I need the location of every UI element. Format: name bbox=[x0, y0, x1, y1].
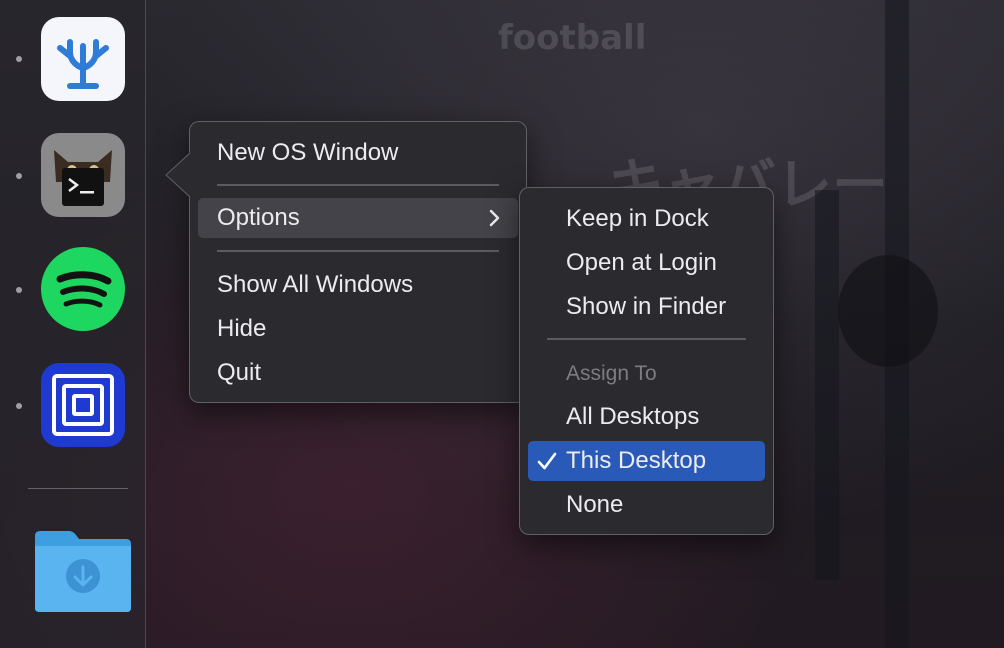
submenu-item-this-desktop-label: This Desktop bbox=[566, 447, 707, 474]
menu-item-quit[interactable]: Quit bbox=[198, 353, 518, 393]
submenu-item-this-desktop[interactable]: This Desktop bbox=[528, 441, 765, 481]
menu-item-show-all-windows[interactable]: Show All Windows bbox=[198, 265, 518, 305]
menu-separator bbox=[547, 338, 746, 340]
chevron-right-icon bbox=[489, 209, 500, 227]
menu-separator bbox=[217, 184, 499, 186]
menu-item-options[interactable]: Options bbox=[198, 198, 518, 238]
running-indicator bbox=[16, 287, 22, 293]
downloads-folder-icon[interactable] bbox=[33, 528, 133, 614]
running-indicator bbox=[16, 173, 22, 179]
dock-context-menu: New OS Window Options Show All Windows H… bbox=[189, 121, 527, 403]
menu-separator bbox=[217, 250, 499, 252]
submenu-item-all-desktops[interactable]: All Desktops bbox=[528, 397, 765, 437]
menu-item-new-os-window[interactable]: New OS Window bbox=[198, 133, 518, 173]
submenu-item-none[interactable]: None bbox=[528, 485, 765, 525]
wallpaper-pole bbox=[815, 190, 839, 580]
menu-item-hide[interactable]: Hide bbox=[198, 309, 518, 349]
kitty-terminal-icon[interactable] bbox=[40, 132, 126, 218]
wallpaper-text-football: football bbox=[498, 18, 647, 58]
submenu-section-assign-to: Assign To bbox=[566, 362, 657, 385]
checkmark-icon bbox=[537, 452, 557, 470]
running-indicator bbox=[16, 56, 22, 62]
spotify-icon[interactable] bbox=[40, 246, 126, 332]
dock-separator bbox=[28, 488, 128, 489]
submenu-item-open-at-login[interactable]: Open at Login bbox=[528, 243, 765, 283]
concentric-squares-app-icon[interactable] bbox=[40, 362, 126, 448]
submenu-item-keep-in-dock[interactable]: Keep in Dock bbox=[528, 199, 765, 239]
submenu-item-show-in-finder[interactable]: Show in Finder bbox=[528, 287, 765, 327]
options-submenu: Keep in Dock Open at Login Show in Finde… bbox=[519, 187, 774, 535]
running-indicator bbox=[16, 403, 22, 409]
menu-pointer-arrow bbox=[165, 152, 191, 198]
vscodium-icon[interactable] bbox=[40, 16, 126, 102]
menu-item-options-label: Options bbox=[217, 204, 300, 231]
wallpaper-circle bbox=[838, 255, 938, 367]
dock bbox=[0, 0, 146, 648]
